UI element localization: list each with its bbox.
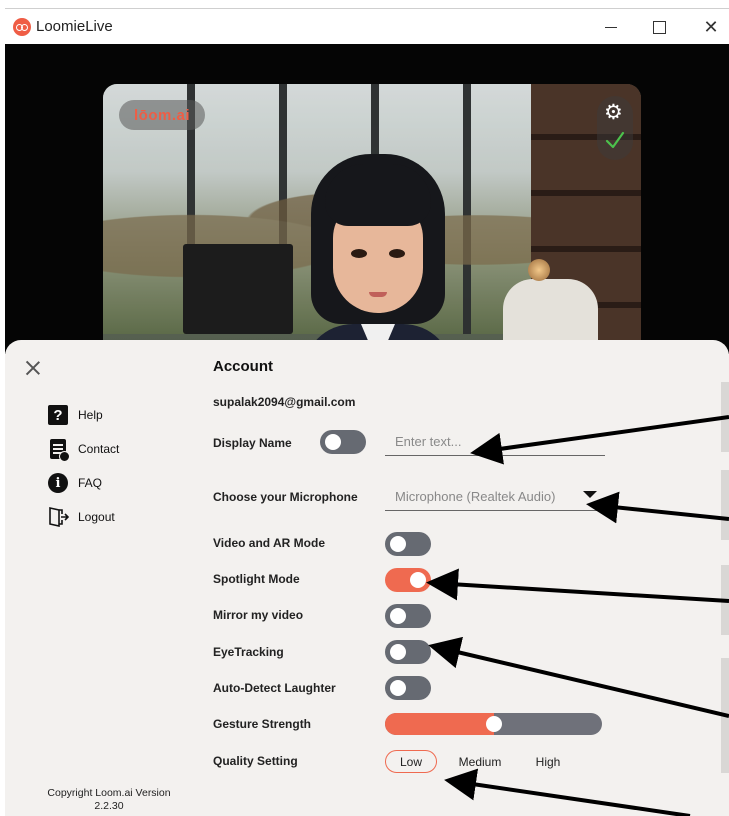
video-overlay-controls: ⚙ [597, 96, 633, 160]
slider-fill [385, 713, 494, 735]
spotlight-label: Spotlight Mode [213, 572, 300, 586]
minimize-icon [605, 26, 617, 28]
app-title: LoomieLive [36, 18, 113, 35]
title-bar: LoomieLive ✕ [5, 8, 729, 44]
loomie-logo-icon [13, 18, 31, 36]
dropdown-arrow-icon [583, 491, 597, 498]
avatar [303, 154, 453, 354]
sidebar-item-label: Help [78, 408, 103, 422]
page-title: Account [213, 358, 273, 375]
sidebar-item-contact[interactable]: Contact [47, 437, 120, 462]
sidebar-item-label: Contact [78, 442, 120, 456]
video-area: lōom.ai ⚙ [5, 44, 729, 354]
scroll-strip [721, 658, 729, 773]
display-name-toggle[interactable] [320, 430, 366, 454]
close-window-button[interactable]: ✕ [693, 13, 729, 41]
checkmark-icon[interactable] [605, 130, 625, 150]
scroll-strip [721, 470, 729, 540]
close-panel-button[interactable] [23, 358, 43, 378]
background-monitor [183, 244, 293, 334]
scroll-strip [721, 382, 729, 452]
gesture-label: Gesture Strength [213, 717, 312, 731]
quality-option-low[interactable]: Low [385, 750, 437, 773]
close-window-icon: ✕ [703, 16, 719, 37]
sidebar-item-help[interactable]: ? Help [47, 403, 103, 427]
background-chair [503, 279, 598, 349]
maximize-icon [652, 20, 666, 34]
mirror-toggle[interactable] [385, 604, 431, 628]
display-name-input[interactable] [385, 428, 605, 456]
spotlight-toggle[interactable] [385, 568, 431, 592]
account-email: supalak2094@gmail.com [213, 395, 356, 409]
laughter-label: Auto-Detect Laughter [213, 681, 336, 695]
quality-option-medium[interactable]: Medium [450, 750, 510, 773]
sidebar-item-logout[interactable]: Logout [47, 505, 115, 529]
background-lamp [528, 259, 550, 281]
settings-panel: ? Help Contact i FAQ Logout Copyright Lo… [5, 340, 729, 816]
microphone-label: Choose your Microphone [213, 490, 358, 504]
microphone-select-value: Microphone (Realtek Audio) [395, 489, 556, 504]
loom-brand-logo: lōom.ai [119, 100, 205, 130]
video-ar-toggle[interactable] [385, 532, 431, 556]
display-name-label: Display Name [213, 436, 292, 450]
video-ar-label: Video and AR Mode [213, 536, 326, 550]
sidebar-item-label: Logout [78, 510, 115, 524]
video-preview: lōom.ai ⚙ [103, 84, 641, 354]
gear-icon[interactable]: ⚙ [604, 102, 623, 124]
contact-icon [50, 439, 70, 462]
gesture-strength-slider[interactable] [385, 713, 602, 735]
sidebar-item-label: FAQ [78, 476, 103, 490]
laughter-toggle[interactable] [385, 676, 431, 700]
faq-icon: i [48, 473, 68, 493]
maximize-button[interactable] [641, 13, 677, 41]
quality-label: Quality Setting [213, 754, 298, 768]
minimize-button[interactable] [593, 13, 629, 41]
sidebar-item-faq[interactable]: i FAQ [47, 471, 102, 495]
microphone-select[interactable]: Microphone (Realtek Audio) [385, 482, 605, 511]
mirror-label: Mirror my video [213, 608, 304, 622]
help-icon: ? [48, 405, 68, 425]
slider-knob[interactable] [485, 716, 502, 732]
copyright-text: Copyright Loom.ai Version 2.2.30 [47, 787, 171, 812]
eyetracking-toggle[interactable] [385, 640, 431, 664]
logout-icon [49, 507, 69, 527]
scroll-strip [721, 565, 729, 635]
eyetracking-label: EyeTracking [213, 645, 284, 659]
quality-option-high[interactable]: High [528, 750, 568, 773]
